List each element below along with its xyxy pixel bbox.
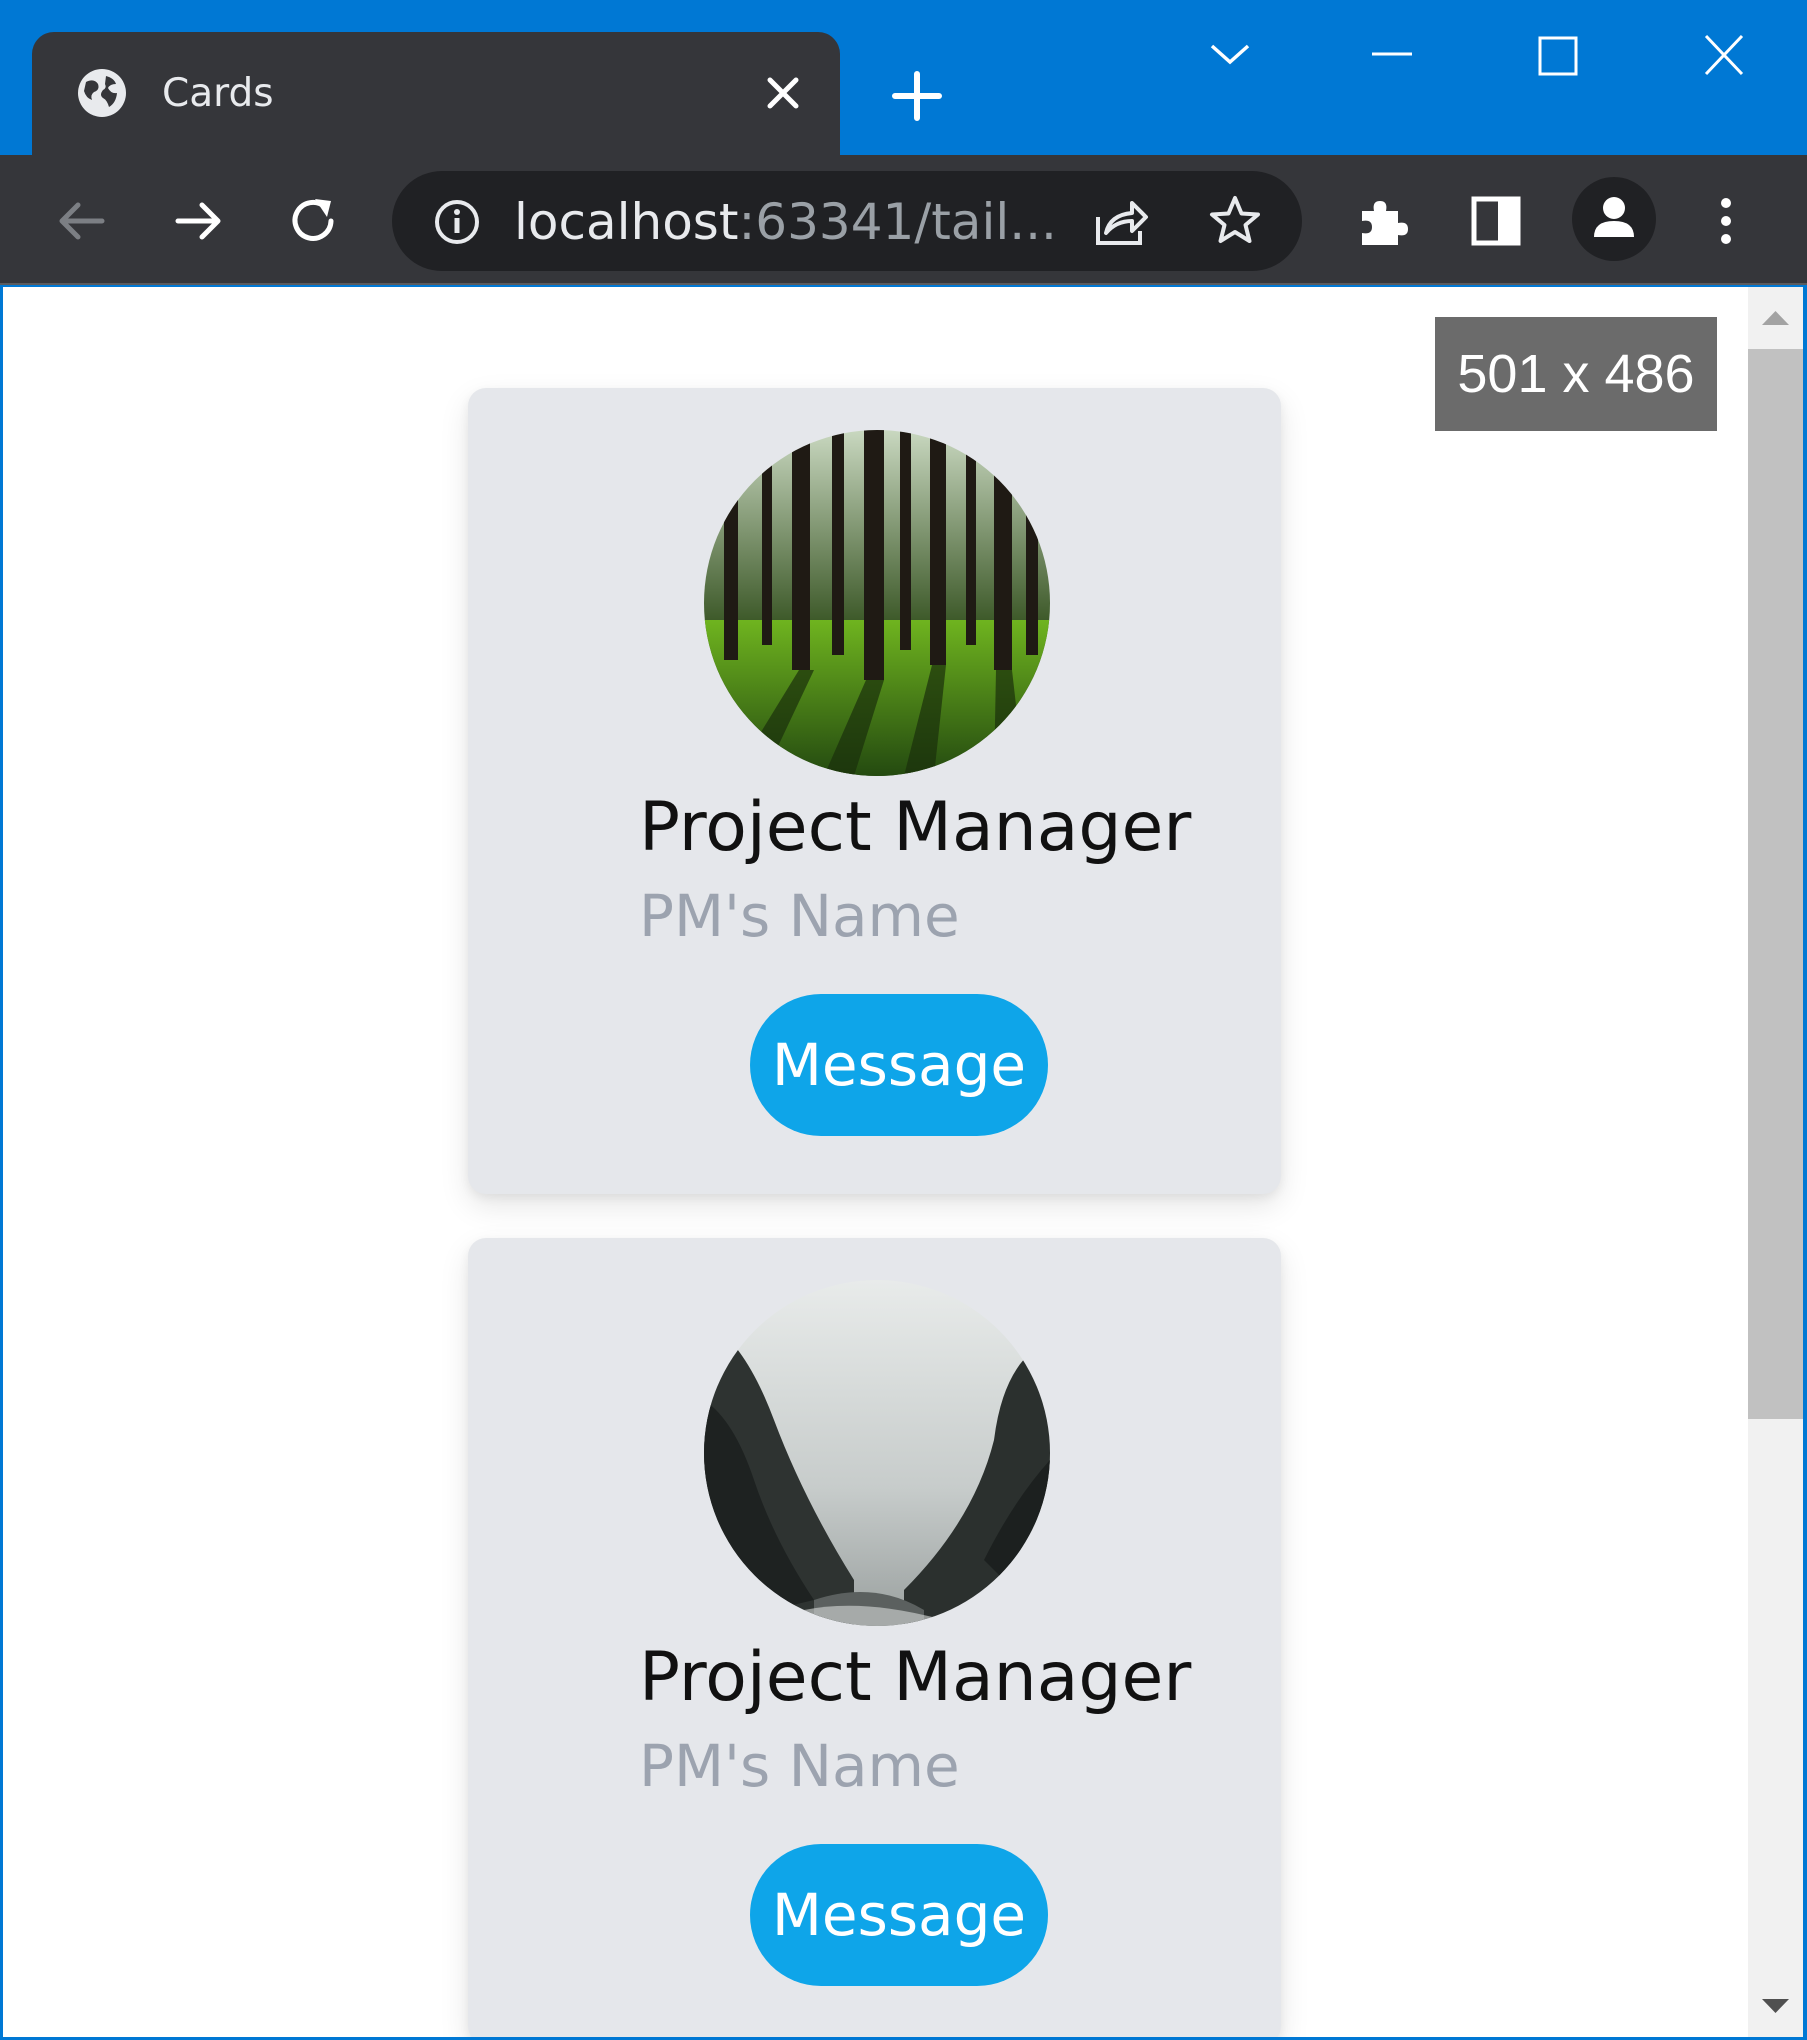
profile-card: Project Manager PM's Name Message bbox=[468, 388, 1281, 1194]
scroll-down-arrow-icon[interactable] bbox=[1748, 1987, 1803, 2027]
card-name: PM's Name bbox=[639, 882, 960, 950]
chevron-down-icon[interactable] bbox=[1200, 30, 1260, 82]
close-icon[interactable] bbox=[762, 72, 804, 114]
card-role: Project Manager bbox=[639, 1638, 1192, 1717]
vertical-scrollbar[interactable] bbox=[1748, 287, 1803, 2037]
message-button[interactable]: Message bbox=[750, 1844, 1048, 1986]
plus-icon[interactable] bbox=[887, 66, 947, 126]
reload-icon[interactable] bbox=[277, 185, 349, 257]
arrow-right-icon[interactable] bbox=[162, 185, 234, 257]
scrollbar-thumb[interactable] bbox=[1748, 349, 1803, 1419]
minimize-icon[interactable] bbox=[1362, 30, 1422, 82]
arrow-left-icon[interactable] bbox=[46, 185, 118, 257]
profile-card: Project Manager PM's Name Message bbox=[468, 1238, 1281, 2037]
title-bar: Cards bbox=[0, 0, 1807, 155]
viewport-size-badge: 501 x 486 bbox=[1435, 317, 1717, 431]
star-icon[interactable] bbox=[1207, 193, 1263, 249]
profile-button[interactable] bbox=[1572, 177, 1656, 261]
close-window-icon[interactable] bbox=[1694, 30, 1754, 82]
card-image-forest bbox=[704, 430, 1050, 776]
message-button[interactable]: Message bbox=[750, 994, 1048, 1136]
kebab-menu-icon[interactable] bbox=[1690, 185, 1762, 257]
browser-window: Cards localhost:63341/tail... Project Ma… bbox=[0, 0, 1807, 2040]
share-icon[interactable] bbox=[1092, 195, 1150, 249]
address-bar[interactable]: localhost:63341/tail... bbox=[392, 171, 1302, 271]
globe-icon bbox=[76, 67, 128, 119]
maximize-icon[interactable] bbox=[1528, 30, 1588, 82]
info-icon[interactable] bbox=[432, 197, 482, 247]
scroll-up-arrow-icon[interactable] bbox=[1748, 297, 1803, 337]
card-image-misty-canyon bbox=[704, 1280, 1050, 1626]
tab-title: Cards bbox=[162, 71, 274, 116]
person-icon bbox=[1586, 189, 1642, 250]
puzzle-icon[interactable] bbox=[1346, 185, 1418, 257]
card-name: PM's Name bbox=[639, 1732, 960, 1800]
browser-toolbar: localhost:63341/tail... bbox=[0, 155, 1807, 285]
page-viewport: Project Manager PM's Name Message Projec… bbox=[3, 287, 1803, 2037]
side-panel-icon[interactable] bbox=[1460, 185, 1532, 257]
url-text[interactable]: localhost:63341/tail... bbox=[514, 193, 1057, 251]
tab-cards[interactable]: Cards bbox=[32, 32, 840, 155]
card-role: Project Manager bbox=[639, 788, 1192, 867]
